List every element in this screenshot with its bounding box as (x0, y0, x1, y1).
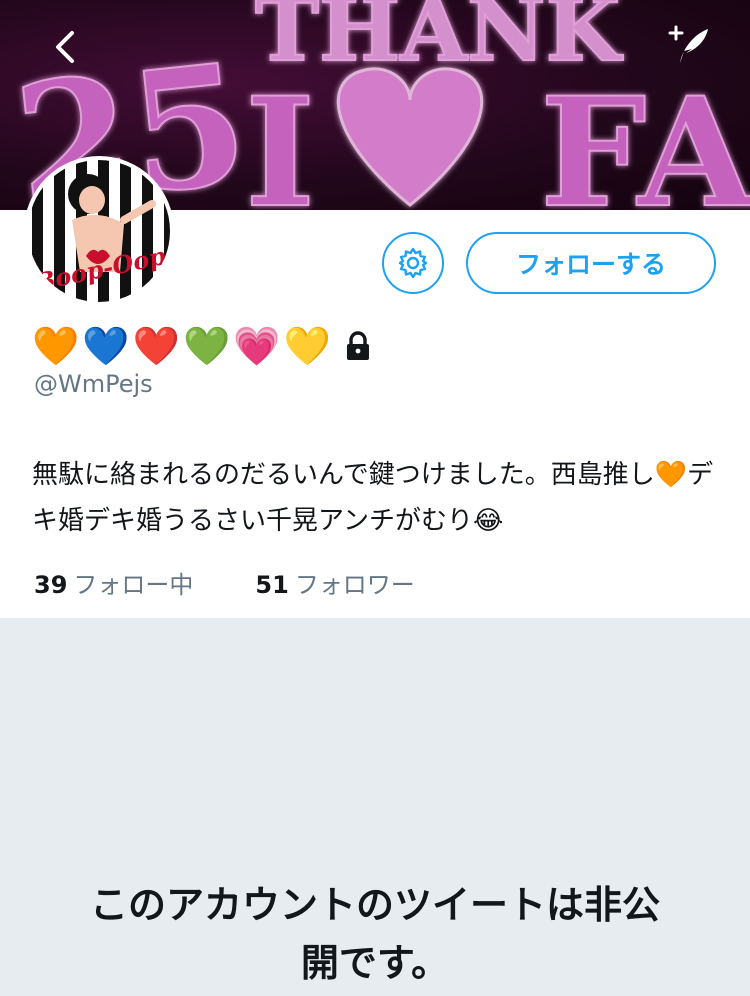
emoji-red-heart: ❤️ (132, 324, 180, 368)
avatar[interactable]: Boop-Oop (24, 156, 174, 306)
emoji-blue-heart: 💙 (82, 324, 130, 368)
followers-label: フォロワー (294, 571, 415, 599)
follow-button[interactable]: フォローする (466, 232, 716, 294)
display-name: 🧡 💙 ❤️ 💚 💗 💛 (32, 322, 372, 370)
lock-icon (344, 331, 372, 361)
following-count: 39 (34, 571, 68, 599)
following-label: フォロー中 (73, 571, 194, 599)
followers-count: 51 (255, 571, 289, 599)
emoji-green-heart: 💚 (182, 324, 231, 368)
chevron-left-icon (56, 31, 74, 63)
compose-tweet-button[interactable] (660, 20, 716, 70)
avatar-image: Boop-Oop (28, 160, 170, 302)
emoji-yellow-heart: 💛 (283, 324, 331, 368)
follow-button-label: フォローする (515, 250, 666, 279)
profile-stats: 39 フォロー中 51 フォロワー (34, 565, 415, 600)
following-stat[interactable]: 39 フォロー中 (34, 565, 193, 600)
notice-line: このアカウントのツイートは非公 (89, 883, 660, 927)
profile-handle: @WmPejs (34, 370, 153, 398)
followers-stat[interactable]: 51 フォロワー (255, 565, 414, 600)
profile-bio: 無駄に絡まれるのだるいんで鍵つけました。西島推し🧡デ キ婚デキ婚うるさい千晃アン… (32, 452, 722, 544)
settings-button[interactable] (382, 232, 444, 294)
bio-line: キ婚デキ婚うるさい千晃アンチがむり😂 (32, 506, 504, 536)
bio-line: 無駄に絡まれるのだるいんで鍵つけました。西島推し🧡デ (32, 460, 714, 490)
emoji-orange-heart: 🧡 (32, 324, 80, 368)
gear-icon (398, 247, 428, 279)
emoji-pink-heart: 💗 (233, 324, 281, 368)
protected-tweets-notice: このアカウントのツイートは非公 開です。 (50, 876, 700, 992)
quill-plus-icon (668, 25, 708, 63)
back-button[interactable] (40, 22, 90, 72)
notice-line: 開です。 (300, 941, 450, 985)
